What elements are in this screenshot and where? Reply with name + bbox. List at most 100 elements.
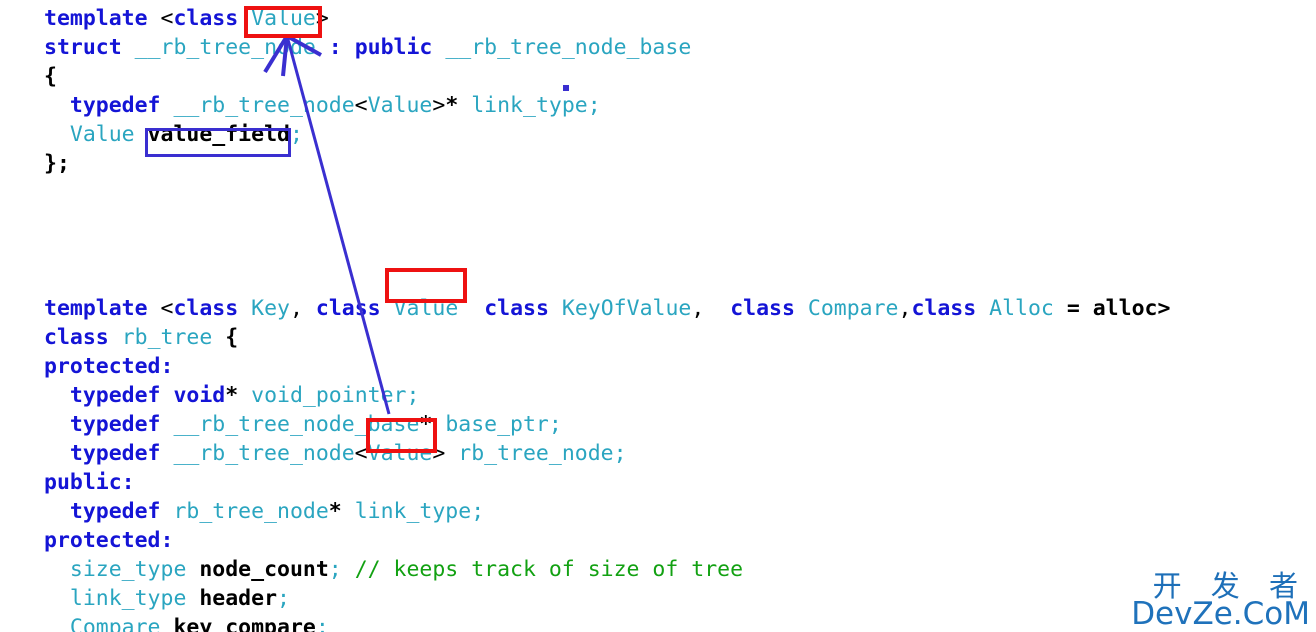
code-token: Value (69, 122, 135, 147)
code-token: template (44, 6, 148, 31)
code-token: class (173, 6, 239, 31)
code-token: Value (393, 296, 459, 321)
code-token: node_count (199, 557, 329, 582)
code-token: : (160, 354, 174, 379)
code-token: Value (367, 441, 433, 466)
code-token: class (730, 296, 795, 321)
code-token: header (199, 586, 278, 611)
code-token: > (315, 6, 329, 31)
code-token: , (691, 296, 705, 321)
code-token: = (1066, 296, 1080, 321)
code-token: < (354, 441, 368, 466)
code-token: key_compare (173, 615, 316, 632)
code-token: * (328, 499, 342, 524)
code-token: ; (471, 499, 485, 524)
code-token: typedef (69, 499, 161, 524)
code-token: < (160, 296, 174, 321)
code-line: public: (44, 468, 1316, 497)
code-line: typedef __rb_tree_node<Value>* link_type… (44, 91, 1316, 120)
code-line: template <class Key, class Value class K… (44, 294, 1316, 323)
code-token: public (354, 35, 433, 60)
code-token: , (898, 296, 912, 321)
code-token: : (160, 528, 174, 553)
code-token: __rb_tree_node (173, 441, 355, 466)
code-token: void (173, 383, 226, 408)
code-token: typedef (69, 93, 161, 118)
code-token: class (44, 325, 109, 350)
code-token: Alloc (989, 296, 1054, 321)
code-token: __rb_tree_node_base (445, 35, 692, 60)
code-token: Key (251, 296, 290, 321)
code-token: protected (44, 528, 161, 553)
code-token: , (290, 296, 303, 321)
code-token: ; (289, 122, 303, 147)
code-token: protected (44, 354, 161, 379)
code-token: }; (44, 151, 70, 176)
code-token: void_pointer (251, 383, 407, 408)
code-line: size_type node_count; // keeps track of … (44, 555, 1316, 584)
code-token: base_ptr (445, 412, 549, 437)
code-token: class (173, 296, 239, 321)
code-token: class (484, 296, 549, 321)
code-line: class rb_tree { (44, 323, 1316, 352)
code-token: __rb_tree_node (134, 35, 316, 60)
code-token: rb_tree_node (458, 441, 614, 466)
code-token: link_type (471, 93, 588, 118)
code-line: typedef rb_tree_node* link_type; (44, 497, 1316, 526)
code-line: typedef __rb_tree_node<Value> rb_tree_no… (44, 439, 1316, 468)
code-token: > (432, 93, 446, 118)
code-token: // keeps track of size of tree (354, 557, 744, 582)
code-line: protected: (44, 352, 1316, 381)
code-token: * (445, 93, 459, 118)
code-token: KeyOfValue (561, 296, 692, 321)
code-token: ; (315, 615, 329, 632)
code-token: typedef (69, 412, 161, 437)
code-line: template <class Value> (44, 4, 1316, 33)
code-token: Value (367, 93, 433, 118)
code-token: Value (251, 6, 316, 31)
code-line: typedef void* void_pointer; (44, 381, 1316, 410)
code-line: Value value_field; (44, 120, 1316, 149)
code-token: > (432, 441, 446, 466)
code-line: Compare key_compare; (44, 613, 1316, 632)
code-token: { (44, 64, 57, 89)
code-token: typedef (69, 441, 161, 466)
code-token: * (225, 383, 239, 408)
code-line: protected: (44, 526, 1316, 555)
